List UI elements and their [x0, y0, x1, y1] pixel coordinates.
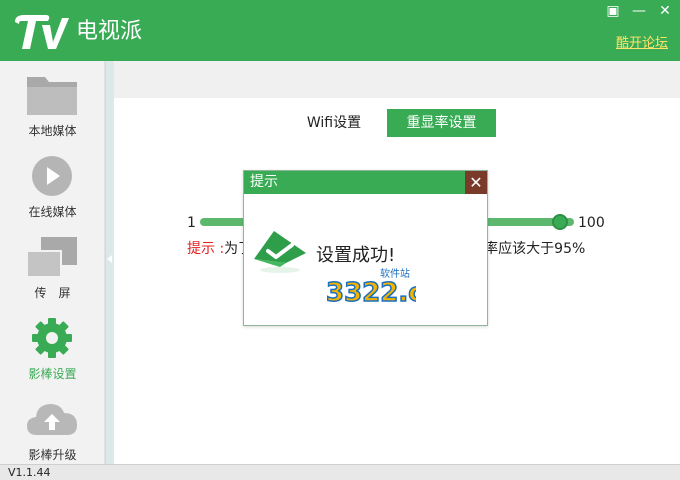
forum-link[interactable]: 酷开论坛	[616, 32, 668, 51]
site-watermark: 3322.cc 软件站	[325, 267, 416, 307]
sidebar-splitter[interactable]	[105, 61, 114, 464]
hint-prefix: 提示 :	[187, 241, 225, 257]
sidebar-item-local-media[interactable]: 本地媒体	[0, 63, 105, 143]
main-top-band	[114, 61, 680, 98]
success-dialog: 提示 ✕ 设置成功! 3322.cc 软件站	[243, 170, 488, 326]
check-success-icon	[254, 231, 306, 273]
menu-button[interactable]: ▣	[604, 3, 622, 19]
tv-logo-icon	[15, 15, 69, 49]
screen-mirror-icon	[26, 237, 77, 278]
dialog-title: 提示	[250, 174, 278, 190]
version-label: V1.1.44	[8, 466, 51, 479]
collapse-arrow-icon[interactable]	[107, 255, 112, 263]
play-icon	[32, 156, 72, 196]
sidebar-item-cast-screen[interactable]: 传 屏	[0, 225, 105, 305]
folder-icon	[27, 77, 77, 115]
gear-icon	[32, 318, 72, 358]
dialog-title-bar: 提示 ✕	[244, 171, 487, 194]
close-button[interactable]: ✕	[656, 3, 674, 19]
status-bar: V1.1.44	[0, 464, 680, 480]
dialog-close-button[interactable]: ✕	[465, 171, 487, 194]
watermark-tag: 软件站	[380, 267, 410, 280]
slider-min-label: 1	[187, 215, 196, 231]
tab-overscan-settings[interactable]: 重显率设置	[387, 109, 496, 137]
watermark-site: 3322.cc	[326, 278, 416, 307]
minimize-button[interactable]: —	[630, 3, 648, 19]
title-bar: 电视派 ▣ — ✕ 酷开论坛	[0, 0, 680, 61]
app-title: 电视派	[76, 19, 143, 44]
sidebar: 本地媒体 在线媒体 传 屏 影棒设置 影棒升级	[0, 61, 105, 464]
sidebar-item-label: 影棒设置	[28, 367, 77, 381]
sidebar-item-online-media[interactable]: 在线媒体	[0, 144, 105, 224]
sidebar-item-label: 传 屏	[34, 286, 71, 300]
slider-max-label: 100	[578, 215, 605, 231]
overscan-slider-thumb[interactable]	[552, 214, 568, 230]
sidebar-item-stick-upgrade[interactable]: 影棒升级	[0, 387, 105, 467]
sidebar-item-label: 在线媒体	[28, 205, 77, 219]
tab-wifi-settings[interactable]: Wifi设置	[294, 109, 374, 137]
sidebar-item-label: 影棒升级	[28, 448, 77, 462]
cloud-upload-icon	[27, 404, 77, 435]
sidebar-item-label: 本地媒体	[28, 124, 77, 138]
sidebar-item-stick-settings[interactable]: 影棒设置	[0, 306, 105, 386]
